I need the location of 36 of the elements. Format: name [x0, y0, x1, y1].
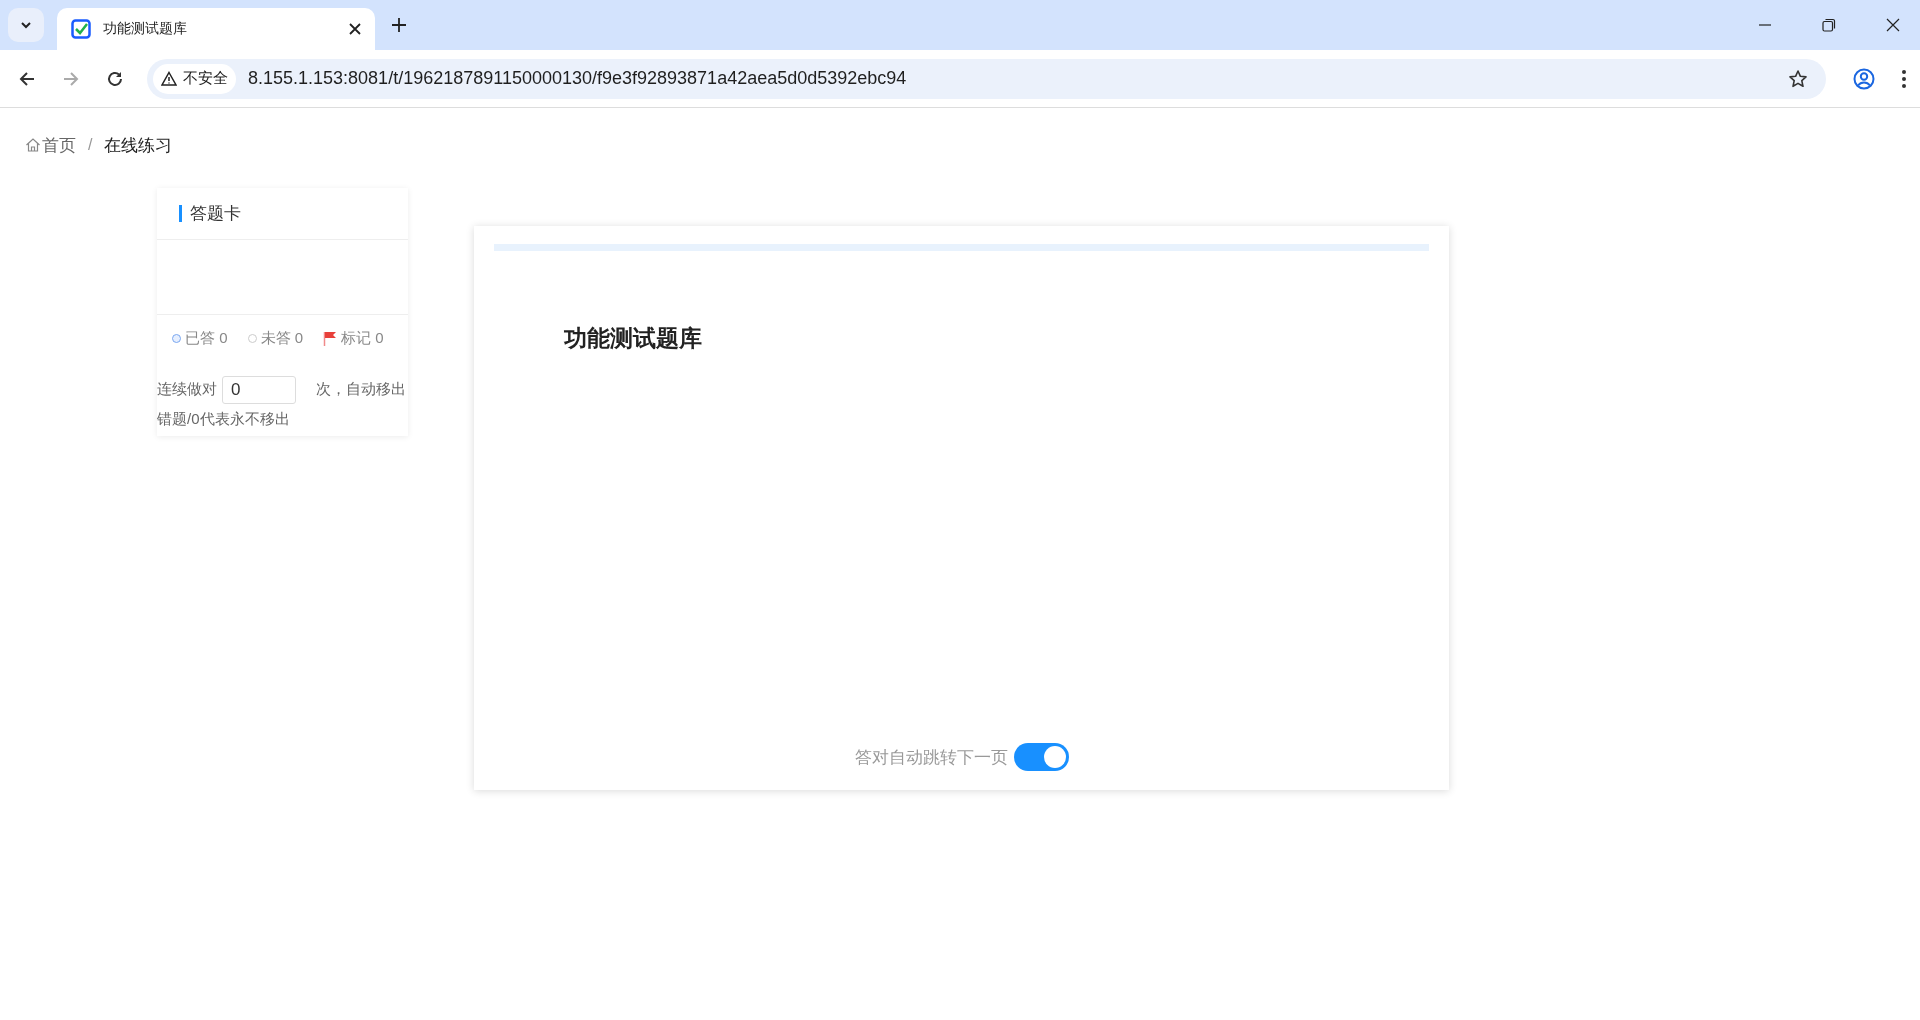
security-chip[interactable]: 不安全 — [153, 63, 236, 94]
security-label: 不安全 — [183, 69, 228, 88]
flag-icon — [323, 331, 338, 346]
profile-icon[interactable] — [1853, 67, 1875, 90]
quiz-title: 功能测试题库 — [564, 324, 703, 353]
panel-title: 答题卡 — [190, 203, 241, 225]
address-bar[interactable]: 不安全 8.155.1.153:8081/t/1962187891150000130/f9e3f92893871a42aea5d0d5392ebc94 — [147, 58, 1826, 99]
legend-label: 标记 0 — [341, 329, 384, 348]
breadcrumb-separator: / — [88, 136, 93, 154]
new-tab-icon[interactable] — [391, 17, 407, 33]
setting-label: 连续做对 — [157, 380, 217, 397]
legend-label: 未答 0 — [260, 329, 304, 348]
breadcrumb-current: 在线练习 — [104, 134, 173, 157]
checkbox-tick-icon — [71, 19, 91, 39]
star-icon[interactable] — [1788, 68, 1808, 89]
input-field[interactable]: 0 — [222, 376, 296, 405]
toggle-switch[interactable] — [1013, 743, 1069, 771]
answered-dot-icon — [172, 334, 181, 343]
setting-description: 错题/0代表永不移出 — [157, 409, 291, 430]
legend-label: 已答 0 — [185, 329, 228, 348]
tab-title: 功能测试题库 — [103, 20, 188, 38]
url-text: 8.155.1.153:8081/t/1962187891150000130/f9e3f92893871a42aea5d0d5392ebc94 — [248, 68, 908, 89]
switch-label: 答对自动跳转下一页 — [854, 746, 1008, 769]
close-icon[interactable] — [349, 23, 361, 35]
accent-bar — [179, 205, 182, 222]
more-menu-icon[interactable] — [1901, 68, 1907, 89]
close-window-icon[interactable] — [1886, 18, 1900, 32]
browser-tab[interactable]: 功能测试题库 — [57, 8, 375, 50]
breadcrumb-home-link[interactable]: 首页 — [25, 133, 76, 157]
reload-icon[interactable] — [106, 69, 124, 88]
restore-icon[interactable] — [1822, 18, 1836, 32]
warning-icon — [161, 71, 177, 86]
breadcrumb-label: 首页 — [42, 134, 76, 157]
back-arrow-icon[interactable] — [18, 69, 36, 88]
setting-label: 次，自动移出 — [316, 380, 406, 397]
home-icon — [25, 137, 41, 153]
